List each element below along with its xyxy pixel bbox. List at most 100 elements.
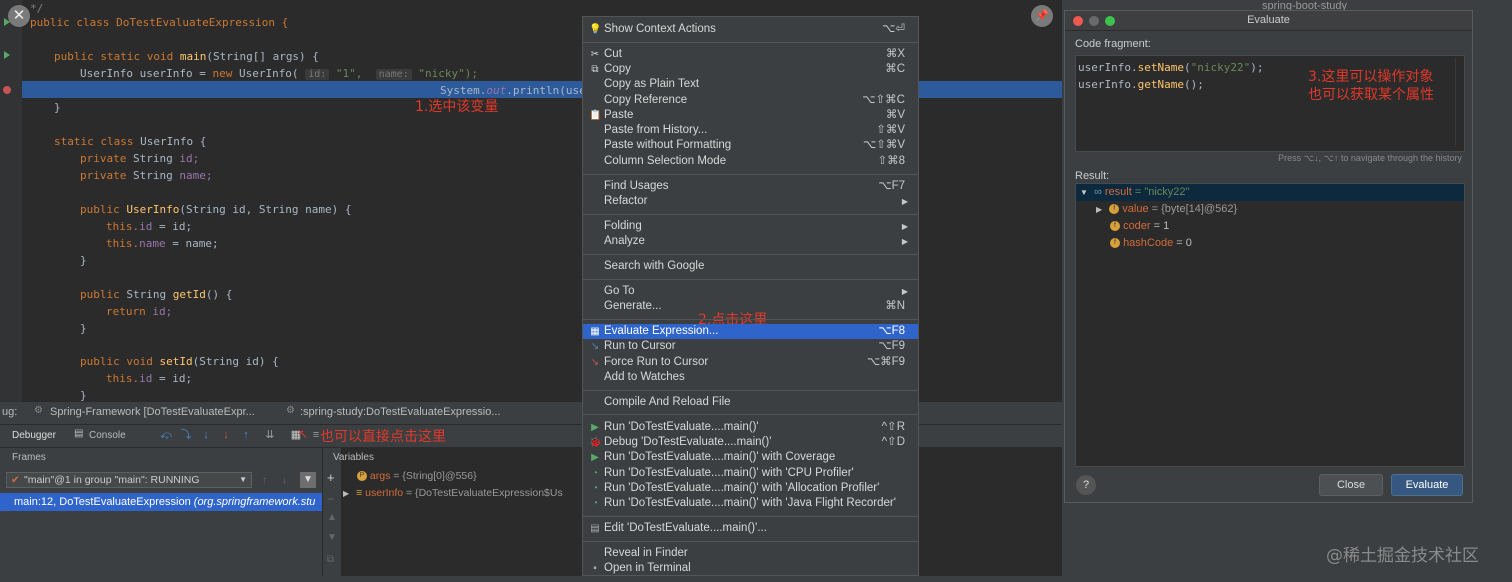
result-label: Result:: [1075, 170, 1110, 182]
close-icon[interactable]: ✕: [8, 5, 30, 27]
next-frame-icon[interactable]: ↓: [282, 475, 287, 486]
frame-row[interactable]: main:12, DoTestEvaluateExpression (org.s…: [0, 493, 322, 511]
menu-item-paste-from-history[interactable]: Paste from History... ⇧⌘V: [583, 123, 918, 138]
menu-item-copy[interactable]: ⧉ Copy ⌘C: [583, 62, 918, 77]
menu-item-show-context-actions[interactable]: 💡 Show Context Actions ⌥⏎: [583, 22, 918, 37]
close-button[interactable]: Close: [1319, 474, 1383, 496]
menu-item-run-coverage[interactable]: ▶ Run 'DoTestEvaluate....main()' with Cov…: [583, 450, 918, 465]
debug-tab-spring-framework[interactable]: Spring-Framework [DoTestEvaluateExpr...: [50, 406, 255, 418]
menu-item-open-in-terminal[interactable]: ▪ Open in Terminal: [583, 561, 918, 575]
collapse-icon[interactable]: ▼: [1080, 188, 1088, 197]
prev-frame-icon[interactable]: ↑: [262, 475, 267, 486]
force-step-into-icon[interactable]: ↓: [220, 429, 232, 441]
tab-console[interactable]: Console: [89, 430, 126, 441]
debug-session-icon: ⚙: [34, 405, 43, 416]
field-value: = 1: [1150, 220, 1170, 232]
run-main-icon[interactable]: [4, 51, 10, 59]
menu-separator: [583, 319, 918, 320]
move-up-icon[interactable]: ▲: [327, 512, 337, 523]
menu-item-folding[interactable]: Folding ▶: [583, 219, 918, 234]
variable-name: userInfo: [365, 487, 404, 499]
field-name: value: [1122, 203, 1149, 215]
window-close-button[interactable]: [1073, 16, 1083, 26]
menu-item-run-to-cursor[interactable]: ↘ Run to Cursor ⌥F9: [583, 339, 918, 354]
menu-item-find-usages[interactable]: Find Usages ⌥F7: [583, 179, 918, 194]
window-minimize-button[interactable]: [1089, 16, 1099, 26]
menu-item-paste-without-formatting[interactable]: Paste without Formatting ⌥⇧⌘V: [583, 138, 918, 153]
result-tree[interactable]: ▼ ∞ result = "nicky22" ▶ f value = {byte…: [1075, 183, 1465, 467]
step-into-icon[interactable]: ↓: [200, 429, 212, 441]
field-icon: f: [1109, 204, 1120, 215]
evaluate-button[interactable]: Evaluate: [1391, 474, 1463, 496]
code-line-class: public class DoTestEvaluateExpression {: [30, 16, 289, 29]
duplicate-icon[interactable]: ⧉: [327, 554, 334, 565]
field-name: hashCode: [1123, 237, 1174, 249]
bulb-icon: 💡: [589, 24, 602, 35]
window-zoom-button[interactable]: [1105, 16, 1115, 26]
code-scrollbar[interactable]: [1455, 58, 1462, 146]
menu-item-reveal-in-finder[interactable]: Reveal in Finder: [583, 546, 918, 561]
code-fragment-editor[interactable]: userInfo.setName("nicky22"); userInfo.ge…: [1075, 55, 1465, 152]
menu-item-analyze[interactable]: Analyze ▶: [583, 234, 918, 249]
tab-debugger[interactable]: Debugger: [12, 430, 56, 441]
code-line-close-main: }: [54, 101, 61, 114]
menu-item-paste[interactable]: 📋 Paste ⌘V: [583, 108, 918, 123]
editor-gutter[interactable]: [0, 0, 22, 402]
code-fragment-line-1: userInfo.setName("nicky22");: [1078, 61, 1264, 74]
expand-icon[interactable]: ▶: [1096, 205, 1102, 214]
code-line-close-getid: }: [80, 322, 87, 335]
menu-item-add-to-watches[interactable]: Add to Watches: [583, 370, 918, 385]
debug-tab-spring-study[interactable]: :spring-study:DoTestEvaluateExpressio...: [300, 406, 501, 418]
filter-icon[interactable]: ▼: [300, 472, 316, 488]
annotation-operate-object: 3.这里可以操作对象: [1308, 69, 1434, 85]
force-run-icon: ↘: [590, 357, 600, 368]
thread-selector[interactable]: ✔ "main"@1 in group "main": RUNNING ▼: [6, 472, 252, 488]
variable-row[interactable]: P args = {String[0]@556}: [357, 470, 477, 482]
menu-item-run-cpu-profiler[interactable]: ◔ Run 'DoTestEvaluate....main()' with 'CP…: [583, 466, 918, 481]
copy-icon: ⧉: [591, 64, 599, 75]
menu-item-force-run-to-cursor[interactable]: ↘ Force Run to Cursor ⌥⌘F9: [583, 355, 918, 370]
variable-row[interactable]: ▶ ≡ userInfo = {DoTestEvaluateExpression…: [343, 487, 563, 499]
step-out-icon[interactable]: ↑: [240, 429, 252, 441]
menu-item-refactor[interactable]: Refactor ▶: [583, 194, 918, 209]
add-watch-icon[interactable]: +: [327, 470, 335, 485]
menu-item-copy-reference[interactable]: Copy Reference ⌥⇧⌘C: [583, 93, 918, 108]
variable-name: args: [369, 470, 391, 482]
code-line-assign-id: this.id = id;: [106, 220, 193, 233]
run-icon: ▶: [591, 422, 599, 433]
expand-icon[interactable]: ▶: [343, 489, 349, 498]
menu-item-copy-plain-text[interactable]: Copy as Plain Text: [583, 77, 918, 92]
submenu-arrow-icon: ▶: [901, 197, 908, 206]
debug-label: ug:: [2, 406, 18, 418]
code-line-close-ctor: }: [80, 254, 87, 267]
help-button[interactable]: ?: [1076, 475, 1096, 495]
drop-frame-icon[interactable]: ⇊: [264, 429, 276, 441]
code-line-constructor: public UserInfo(String id, String name) …: [80, 203, 352, 216]
frame-method: main:12, DoTestEvaluateExpression: [14, 496, 191, 508]
code-fragment-label: Code fragment:: [1075, 38, 1151, 50]
move-down-icon[interactable]: ▼: [327, 532, 337, 543]
menu-item-run[interactable]: ▶ Run 'DoTestEvaluate....main()' ^⇧R: [583, 420, 918, 435]
menu-item-cut[interactable]: ✂ Cut ⌘X: [583, 47, 918, 62]
menu-item-edit-configuration[interactable]: ▤ Edit 'DoTestEvaluate....main()'...: [583, 521, 918, 536]
menu-item-go-to[interactable]: Go To ▶: [583, 284, 918, 299]
menu-item-search-with-google[interactable]: Search with Google: [583, 259, 918, 274]
code-line-setid-body: this.id = id;: [106, 372, 193, 385]
menu-item-run-allocation-profiler[interactable]: ◔ Run 'DoTestEvaluate....main()' with 'Al…: [583, 481, 918, 496]
menu-item-column-selection-mode[interactable]: Column Selection Mode ⇧⌘8: [583, 154, 918, 169]
menu-item-compile-reload[interactable]: Compile And Reload File: [583, 395, 918, 410]
result-field-row[interactable]: f coder = 1: [1110, 218, 1169, 235]
show-execution-point-icon[interactable]: ⤽: [160, 429, 172, 441]
pin-icon[interactable]: 📌: [1031, 5, 1053, 27]
menu-item-run-flight-recorder[interactable]: ◔ Run 'DoTestEvaluate....main()' with 'Ja…: [583, 496, 918, 511]
result-field-row[interactable]: ▶ f value = {byte[14]@562}: [1096, 201, 1237, 218]
breakpoint-icon[interactable]: [3, 86, 11, 94]
menu-item-debug[interactable]: 🐞 Debug 'DoTestEvaluate....main()' ^⇧D: [583, 435, 918, 450]
code-line-field-name: private String name;: [80, 169, 213, 182]
menu-item-evaluate-expression[interactable]: ▦ Evaluate Expression... ⌥F8: [583, 324, 918, 339]
step-over-icon[interactable]: ⤵: [180, 429, 192, 441]
remove-watch-icon[interactable]: −: [327, 492, 334, 506]
watermark: @稀土掘金技术社区: [1326, 546, 1479, 566]
result-field-row[interactable]: f hashCode = 0: [1110, 235, 1192, 252]
result-root-row[interactable]: ▼ ∞ result = "nicky22": [1076, 184, 1464, 201]
